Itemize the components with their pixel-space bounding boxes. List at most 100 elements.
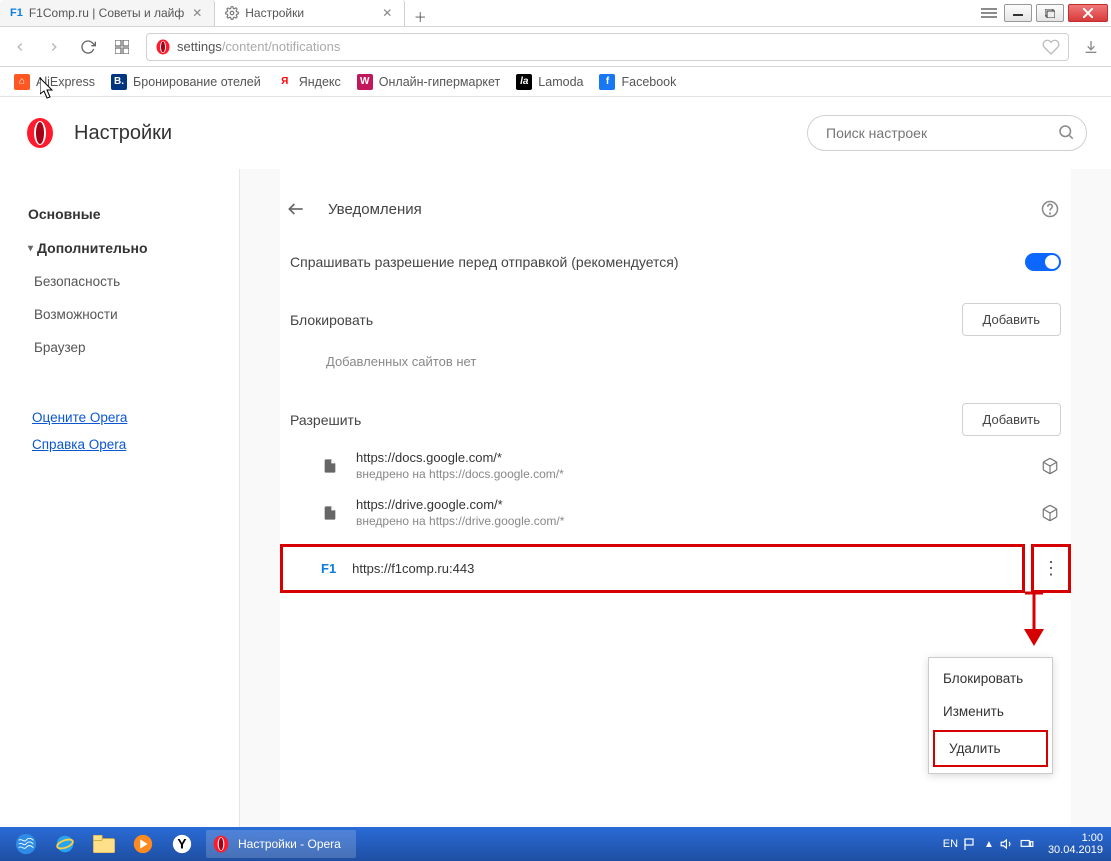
search-input[interactable]	[807, 115, 1087, 151]
yandex-browser-icon[interactable]: Y	[164, 830, 200, 858]
allow-group-header: Разрешить Добавить	[280, 389, 1071, 442]
bookmark-facebook[interactable]: fFacebook	[599, 74, 676, 90]
ctx-edit[interactable]: Изменить	[929, 695, 1052, 728]
navbar: settings/content/notifications	[0, 27, 1111, 67]
f1-icon: F1	[10, 7, 23, 19]
tab-settings[interactable]: Настройки ✕	[215, 0, 405, 26]
reload-button[interactable]	[78, 37, 98, 57]
volume-icon[interactable]	[1000, 837, 1014, 851]
start-button[interactable]	[8, 830, 44, 858]
sidebar-item-browser[interactable]: Браузер	[28, 331, 229, 364]
taskbar: Y Настройки - Opera EN ▲ 1:00 30.04.2019	[0, 827, 1111, 861]
lang-indicator[interactable]: EN	[943, 838, 958, 850]
site-url: https://drive.google.com/*	[356, 497, 564, 512]
ie-icon[interactable]	[47, 830, 83, 858]
bookmark-lamoda[interactable]: la Lamoda	[516, 74, 583, 90]
heart-icon[interactable]	[1042, 38, 1060, 56]
new-tab-button[interactable]: ＋	[405, 7, 435, 26]
bookmark-label: AliExpress	[36, 75, 95, 89]
context-menu: Блокировать Изменить Удалить	[928, 657, 1053, 774]
address-text: settings/content/notifications	[177, 39, 340, 54]
group-title: Блокировать	[290, 312, 373, 328]
file-icon	[322, 505, 340, 521]
site-sub: внедрено на https://docs.google.com/*	[356, 467, 564, 481]
tray-up-icon[interactable]: ▲	[984, 839, 994, 850]
minimize-button[interactable]	[1004, 4, 1032, 22]
bookmark-hypermarket[interactable]: WОнлайн-гипермаркет	[357, 74, 501, 90]
ask-permission-toggle[interactable]	[1025, 253, 1061, 271]
f1-icon: F1	[321, 561, 336, 576]
allowed-site-row[interactable]: F1 https://f1comp.ru:443	[283, 547, 1022, 590]
bookmark-yandex[interactable]: ЯЯндекс	[277, 74, 341, 90]
sidebar-rate-link[interactable]: Оцените Opera	[28, 404, 229, 431]
site-url: https://docs.google.com/*	[356, 450, 564, 465]
settings-header: Настройки	[0, 97, 1111, 169]
ctx-block[interactable]: Блокировать	[929, 662, 1052, 695]
file-icon	[322, 458, 340, 474]
bookmark-label: Facebook	[621, 75, 676, 89]
tabstrip: F1 F1Comp.ru | Советы и лайф ✕ Настройки…	[0, 0, 976, 26]
sidebar-item-features[interactable]: Возможности	[28, 298, 229, 331]
sidebar: Основные ▾ Дополнительно Безопасность Воз…	[0, 169, 240, 829]
highlighted-site-row: F1 https://f1comp.ru:443 ⋮	[280, 544, 1071, 593]
opera-menu-icon[interactable]	[976, 8, 1001, 18]
tab-label: F1Comp.ru | Советы и лайф	[29, 6, 184, 20]
bookmark-label: Lamoda	[538, 75, 583, 89]
cube-icon[interactable]	[1041, 504, 1061, 522]
back-arrow-icon[interactable]	[286, 199, 308, 219]
address-bar[interactable]: settings/content/notifications	[146, 33, 1069, 61]
sidebar-item-main[interactable]: Основные	[28, 197, 229, 231]
lamoda-icon: la	[516, 74, 532, 90]
back-button[interactable]	[10, 37, 30, 57]
help-icon[interactable]	[1041, 200, 1059, 218]
tab-f1comp[interactable]: F1 F1Comp.ru | Советы и лайф ✕	[0, 0, 215, 26]
taskbar-opera[interactable]: Настройки - Opera	[206, 830, 356, 858]
download-icon[interactable]	[1083, 39, 1101, 55]
tray-flag-icon[interactable]	[964, 837, 978, 851]
date-label: 30.04.2019	[1048, 844, 1103, 856]
yandex-icon: Я	[277, 74, 293, 90]
forward-button[interactable]	[44, 37, 64, 57]
opera-icon	[155, 39, 171, 55]
devices-icon[interactable]	[1020, 837, 1034, 851]
section-header: Уведомления	[280, 199, 1071, 233]
window-close-button[interactable]	[1068, 4, 1108, 22]
close-icon[interactable]: ✕	[190, 6, 204, 20]
settings-search[interactable]	[807, 115, 1087, 151]
bookmark-bar: ⌂ AliExpress B.Бронирование отелей ЯЯндек…	[0, 67, 1111, 97]
media-icon[interactable]	[125, 830, 161, 858]
bookmark-label: Бронирование отелей	[133, 75, 261, 89]
sidebar-item-security[interactable]: Безопасность	[28, 265, 229, 298]
speed-dial-icon[interactable]	[112, 37, 132, 57]
section-title: Уведомления	[328, 201, 422, 218]
allowed-site-row[interactable]: https://docs.google.com/* внедрено на ht…	[280, 442, 1071, 489]
close-icon[interactable]: ✕	[380, 6, 394, 20]
bookmark-aliexpress[interactable]: ⌂ AliExpress	[14, 74, 95, 90]
aliexpress-icon: ⌂	[14, 74, 30, 90]
explorer-icon[interactable]	[86, 830, 122, 858]
cube-icon[interactable]	[1041, 457, 1061, 475]
maximize-button[interactable]	[1036, 4, 1064, 22]
chevron-down-icon: ▾	[28, 243, 33, 254]
block-group-header: Блокировать Добавить	[280, 289, 1071, 342]
time-label: 1:00	[1048, 832, 1103, 844]
allow-add-button[interactable]: Добавить	[962, 403, 1061, 436]
opera-logo-icon	[24, 117, 56, 149]
clock[interactable]: 1:00 30.04.2019	[1040, 832, 1103, 856]
sidebar-help-link[interactable]: Справка Opera	[28, 431, 229, 458]
page-title: Настройки	[74, 122, 172, 145]
task-label: Настройки - Opera	[238, 837, 341, 851]
block-empty-message: Добавленных сайтов нет	[280, 342, 1071, 389]
ask-permission-row[interactable]: Спрашивать разрешение перед отправкой (р…	[280, 233, 1071, 289]
bookmark-booking[interactable]: B.Бронирование отелей	[111, 74, 261, 90]
block-add-button[interactable]: Добавить	[962, 303, 1061, 336]
more-icon[interactable]: ⋮	[1041, 558, 1061, 579]
sidebar-item-label: Дополнительно	[37, 240, 147, 256]
titlebar: F1 F1Comp.ru | Советы и лайф ✕ Настройки…	[0, 0, 1111, 27]
sidebar-item-advanced[interactable]: ▾ Дополнительно	[28, 231, 229, 265]
allowed-site-row[interactable]: https://drive.google.com/* внедрено на h…	[280, 489, 1071, 536]
site-url: https://f1comp.ru:443	[352, 561, 474, 576]
group-title: Разрешить	[290, 412, 361, 428]
system-tray: EN ▲ 1:00 30.04.2019	[943, 832, 1111, 856]
ctx-delete[interactable]: Удалить	[933, 730, 1048, 767]
